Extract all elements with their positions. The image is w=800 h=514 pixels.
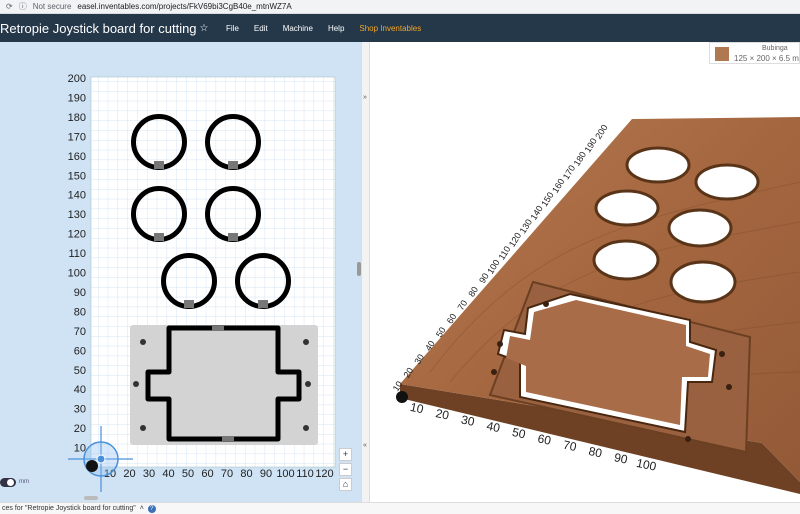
design-canvas-panel[interactable]: 200 190 180 170 160 150 140 130 120 110 100 90 80 70 6… xyxy=(0,42,361,502)
preview-x-tick-label: 50 xyxy=(511,425,527,442)
y-tick-label: 180 xyxy=(68,112,86,124)
info-icon[interactable]: ⓘ xyxy=(19,1,27,12)
hole-3d-5 xyxy=(592,239,660,281)
y-tick-label: 120 xyxy=(68,229,86,241)
y-tick-label: 170 xyxy=(68,131,86,143)
preview-y-tick-label: 140 xyxy=(528,204,544,222)
y-tick-label: 20 xyxy=(74,423,86,435)
x-tick-label: 100 xyxy=(276,468,294,480)
x-tick-label: 20 xyxy=(123,468,135,480)
y-tick-label: 160 xyxy=(68,151,86,163)
zoom-in-button[interactable]: + xyxy=(339,448,352,461)
y-tick-label: 60 xyxy=(74,345,86,357)
project-title[interactable]: Retropie Joystick board for cutting xyxy=(0,21,197,36)
x-tick-label: 90 xyxy=(260,468,272,480)
horizontal-scroll-handle[interactable] xyxy=(84,496,98,500)
chevron-right-icon[interactable]: » xyxy=(363,94,367,101)
preview-y-tick-label: 180 xyxy=(572,150,588,168)
zoom-controls: + − ⌂ xyxy=(339,448,353,491)
chevron-up-icon[interactable]: ˄ xyxy=(140,505,144,512)
x-tick-label: 40 xyxy=(162,468,174,480)
hole-3d-1 xyxy=(625,146,691,184)
preview-y-tick-label: 130 xyxy=(518,217,534,235)
preview-x-tick-label: 60 xyxy=(536,431,552,448)
menu-edit[interactable]: Edit xyxy=(254,24,268,33)
vertical-scroll-handle[interactable] xyxy=(357,262,361,276)
y-tick-label: 50 xyxy=(74,365,86,377)
hole-3d-3 xyxy=(594,189,660,227)
reload-icon[interactable]: ⟳ xyxy=(6,2,13,11)
3d-preview-canvas[interactable]: 2001901801701601501401301201101009080706… xyxy=(370,42,800,502)
preview-x-tick-label: 70 xyxy=(562,438,578,455)
x-tick-label: 110 xyxy=(296,468,314,480)
menu-help[interactable]: Help xyxy=(328,24,344,33)
app-header: Retropie Joystick board for cutting ☆ Fi… xyxy=(0,14,800,42)
y-axis: 200 190 180 170 160 150 140 130 120 110 100 90 80 70 6… xyxy=(68,73,86,455)
design-canvas[interactable]: 2001901801701601501401301201101009080706… xyxy=(0,42,361,502)
y-tick-label: 90 xyxy=(74,287,86,299)
panel-divider[interactable]: » « xyxy=(361,42,370,502)
main-menu: File Edit Machine Help Shop Inventables xyxy=(226,14,421,42)
preview-y-tick-label: 150 xyxy=(539,190,555,208)
security-label: Not secure xyxy=(32,2,72,11)
x-tick-label: 120 xyxy=(315,468,333,480)
y-tick-label: 40 xyxy=(74,384,86,396)
menu-machine[interactable]: Machine xyxy=(283,24,313,33)
preview-x-tick-label: 30 xyxy=(460,412,476,429)
hole-3d-4 xyxy=(667,208,733,248)
y-tick-label: 140 xyxy=(68,190,86,202)
address-bar[interactable]: easel.inventables.com/projects/FkV69bi3C… xyxy=(77,2,291,11)
preview-x-tick-label: 20 xyxy=(434,406,450,423)
x-tick-label: 60 xyxy=(201,468,213,480)
y-tick-label: 200 xyxy=(68,73,86,85)
y-tick-label: 30 xyxy=(74,404,86,416)
menu-shop-inventables[interactable]: Shop Inventables xyxy=(359,24,421,33)
preview-x-tick-label: 40 xyxy=(485,419,501,436)
hole-3d-6 xyxy=(669,260,737,304)
x-axis: 102030405060708090100110120 xyxy=(104,468,334,480)
menu-file[interactable]: File xyxy=(226,24,239,33)
material-name: Bubinga xyxy=(762,45,788,52)
material-swatch xyxy=(715,47,729,61)
material-dimensions: 125 × 200 × 6.5 m xyxy=(734,54,799,63)
preview-y-tick-label: 160 xyxy=(550,177,566,195)
x-tick-label: 50 xyxy=(182,468,194,480)
units-toggle[interactable] xyxy=(0,478,16,487)
x-tick-label: 80 xyxy=(240,468,252,480)
preview-x-tick-label: 10 xyxy=(409,400,425,417)
browser-bar: ⟳ ⓘ Not secure easel.inventables.com/pro… xyxy=(0,0,800,14)
x-tick-label: 30 xyxy=(143,468,155,480)
x-tick-label: 70 xyxy=(221,468,233,480)
pcb-pocket-shape[interactable] xyxy=(130,325,318,445)
y-tick-label: 110 xyxy=(68,248,86,260)
preview-x-tick-label: 90 xyxy=(613,450,629,467)
favorite-star-icon[interactable]: ☆ xyxy=(200,23,209,34)
y-tick-label: 100 xyxy=(68,268,86,280)
home-view-button[interactable]: ⌂ xyxy=(339,478,352,491)
help-icon[interactable]: ? xyxy=(147,504,156,513)
preview-y-tick-label: 170 xyxy=(561,163,577,181)
preview-y-tick-label: 190 xyxy=(582,136,598,154)
y-tick-label: 150 xyxy=(68,170,86,182)
y-tick-label: 130 xyxy=(68,209,86,221)
y-tick-label: 190 xyxy=(68,92,86,104)
chevron-left-icon[interactable]: « xyxy=(363,442,367,449)
preview-origin-marker xyxy=(396,391,408,403)
y-tick-label: 80 xyxy=(74,306,86,318)
y-tick-label: 70 xyxy=(74,326,86,338)
hole-3d-2 xyxy=(694,163,760,201)
preview-x-tick-label: 80 xyxy=(587,444,603,461)
status-text[interactable]: ces for "Retropie Joystick board for cut… xyxy=(2,505,136,512)
3d-preview-panel[interactable]: 200 190 180 170 160 150 140 130 120 110 100 90 80 70 6… xyxy=(370,42,800,502)
units-label: mm xyxy=(19,479,29,485)
preview-x-tick-label: 100 xyxy=(635,456,658,474)
material-selector[interactable]: Bubinga 125 × 200 × 6.5 m xyxy=(709,42,800,64)
zoom-out-button[interactable]: − xyxy=(339,463,352,476)
preview-y-tick-label: 200 xyxy=(593,123,609,141)
bottom-status-bar: ces for "Retropie Joystick board for cut… xyxy=(0,502,800,514)
y-tick-label: 10 xyxy=(74,443,86,455)
